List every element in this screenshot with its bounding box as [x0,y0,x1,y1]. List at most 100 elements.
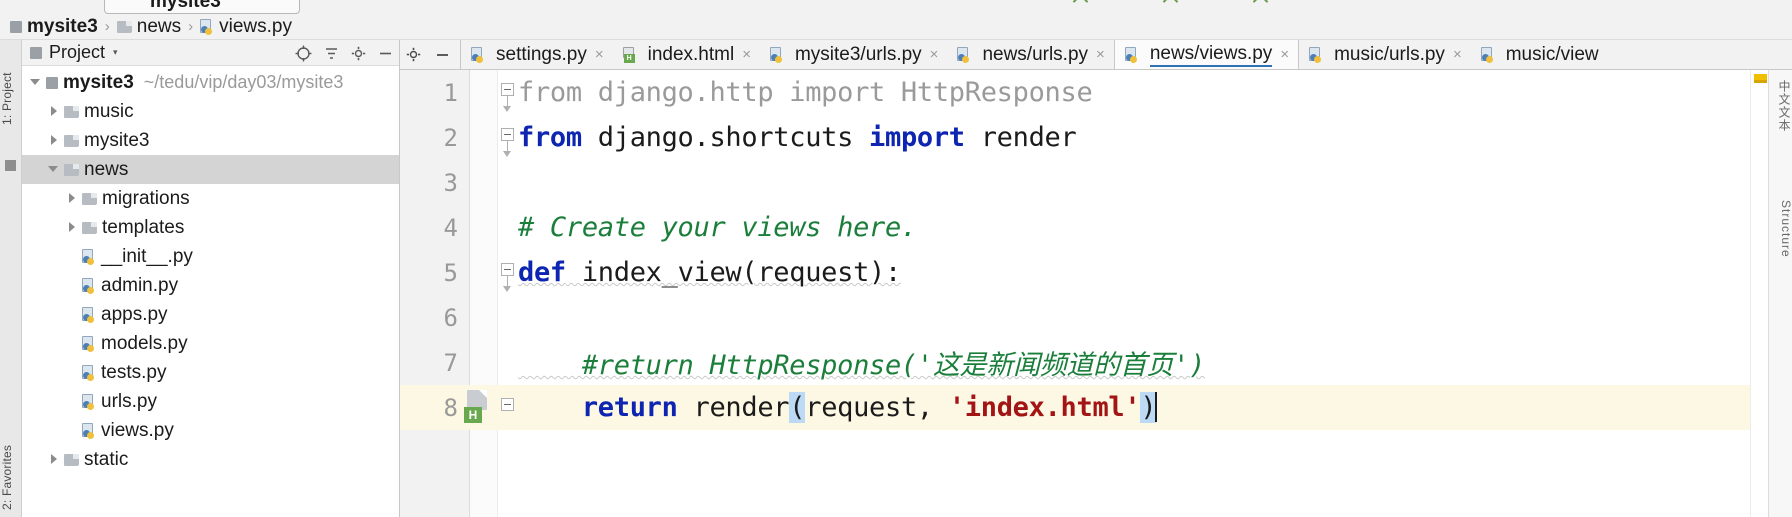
editor-tabbar: settings.py × Hindex.html × mysite3/urls.py ×… [400,40,1792,70]
tree-row-path: ~/tedu/vip/day03/mysite3 [143,72,344,92]
code-line[interactable]: 6 [400,295,1792,340]
close-icon[interactable]: × [1453,46,1462,63]
breadcrumb-item-mysite3[interactable]: mysite3 [10,16,98,38]
python-file-icon [769,46,784,63]
close-icon[interactable]: × [1096,46,1105,63]
code-token: # Create your views here. [518,212,917,243]
code-lines[interactable]: 1 from django.http import HttpResponse 2 fr… [400,70,1792,517]
chevron-right-icon[interactable] [48,105,61,118]
code-line[interactable]: 8H return render(request, 'index.html') [400,385,1792,430]
tree-row[interactable]: mysite3 ~/tedu/vip/day03/mysite3 [22,68,399,97]
code-token: def [518,257,566,288]
chevron-down-icon[interactable]: ▾ [113,47,118,58]
warning-marker[interactable] [1754,74,1767,83]
code-token: return [581,392,678,423]
sidebar-tab-favorites[interactable]: 2: Favorites [0,438,22,516]
code-line[interactable]: 1 from django.http import HttpResponse [400,70,1792,115]
tree-row[interactable]: urls.py [22,387,399,416]
close-icon[interactable]: × [930,46,939,63]
minimize-icon[interactable] [435,47,450,62]
chevron-right-icon[interactable] [66,221,79,234]
code-pane[interactable]: 1 from django.http import HttpResponse 2 fr… [400,70,1792,517]
code-line[interactable]: 4 # Create your views here. [400,205,1792,250]
line-number: 7 [443,348,458,377]
editor-tab[interactable]: Hindex.html × [613,40,760,69]
fold-marker[interactable] [500,115,516,160]
editor-tabbar-actions [400,40,461,69]
marker-bar[interactable] [1750,70,1768,517]
editor-tab[interactable]: mysite3/urls.py × [760,40,947,69]
gear-icon[interactable] [351,46,366,61]
editor-tab[interactable]: settings.py × [461,40,613,69]
tree-row[interactable]: views.py [22,416,399,445]
editor-tab[interactable]: news/views.py × [1113,40,1300,69]
collapse-all-icon[interactable] [324,46,339,61]
tool-window-strip: 1: Project 2: Favorites [0,40,22,517]
fold-marker[interactable] [500,385,516,430]
fold-marker[interactable] [500,250,516,295]
tree-row[interactable]: templates [22,213,399,242]
tree-row[interactable]: admin.py [22,271,399,300]
breadcrumb-item-news[interactable]: news [116,16,181,38]
editor-tab[interactable]: music/view [1471,40,1608,69]
gear-icon[interactable] [406,47,421,62]
editor-tab-label: news/urls.py [982,43,1089,65]
python-file-icon [82,306,96,323]
module-icon [46,76,58,89]
sidebar-tab-project[interactable]: 1: Project [0,44,22,154]
project-tree[interactable]: mysite3 ~/tedu/vip/day03/mysite3 music mysi… [22,66,399,474]
chevron-right-icon[interactable] [48,453,61,466]
target-icon[interactable] [295,45,312,62]
chevron-right-icon[interactable] [66,192,79,205]
project-icon [30,46,42,59]
fold-marker[interactable] [500,70,516,115]
tree-row[interactable]: migrations [22,184,399,213]
chevron-down-icon[interactable] [48,163,61,176]
gutter-html-badge-icon[interactable]: H [462,388,496,428]
hide-panel-icon[interactable] [378,46,393,61]
tree-row[interactable]: models.py [22,329,399,358]
code-line[interactable]: 5 def index_view(request): [400,250,1792,295]
stop-icon[interactable] [5,160,16,171]
chevron-right-icon[interactable] [48,134,61,147]
tree-row-label: templates [102,216,185,238]
close-icon[interactable]: × [595,46,604,63]
tree-row[interactable]: tests.py [22,358,399,387]
html-file-icon: H [622,46,637,63]
code-line[interactable]: 2 from django.shortcuts import render [400,115,1792,160]
code-line[interactable]: 3 [400,160,1792,205]
window-chrome-strip: mysite3 [0,0,1792,14]
editor-tab[interactable]: news/urls.py × [947,40,1113,69]
pycharm-window: mysite3 mysite3 › news › views.py 1: Pro… [0,0,1792,517]
close-icon[interactable]: × [742,46,751,63]
editor-tab-label: index.html [647,43,735,65]
folder-icon [64,105,79,118]
code-token: ( [789,392,806,423]
chevron-down-icon[interactable] [30,76,43,89]
tree-row[interactable]: mysite3 [22,126,399,155]
tree-row[interactable]: music [22,97,399,126]
structure-strip[interactable]: 中文文本 Structure [1768,70,1792,517]
line-number: 2 [443,123,458,152]
tree-row[interactable]: static [22,445,399,474]
tree-row[interactable]: apps.py [22,300,399,329]
close-icon[interactable]: × [1280,46,1289,63]
tree-row-label: __init__.py [101,245,193,267]
python-file-icon [82,277,96,294]
breadcrumb: mysite3 › news › views.py [0,14,1792,40]
structure-strip-label-2: Structure [1779,200,1792,258]
tree-row-label: tests.py [101,361,167,383]
code-token: from [518,122,582,153]
code-text: def index_view(request): [518,257,1792,288]
tree-row[interactable]: __init__.py [22,242,399,271]
ghost-tab-label: mysite3 [150,0,221,12]
breadcrumb-label: views.py [219,15,292,37]
breadcrumb-item-views-py[interactable]: views.py [200,16,292,38]
text-caret [1155,392,1158,422]
editor-tab[interactable]: music/urls.py × [1299,40,1471,69]
tree-row[interactable]: news [22,155,399,184]
code-line[interactable]: 7 #return HttpResponse('这是新闻频道的首页') [400,340,1792,385]
project-panel-title: Project [49,42,106,62]
